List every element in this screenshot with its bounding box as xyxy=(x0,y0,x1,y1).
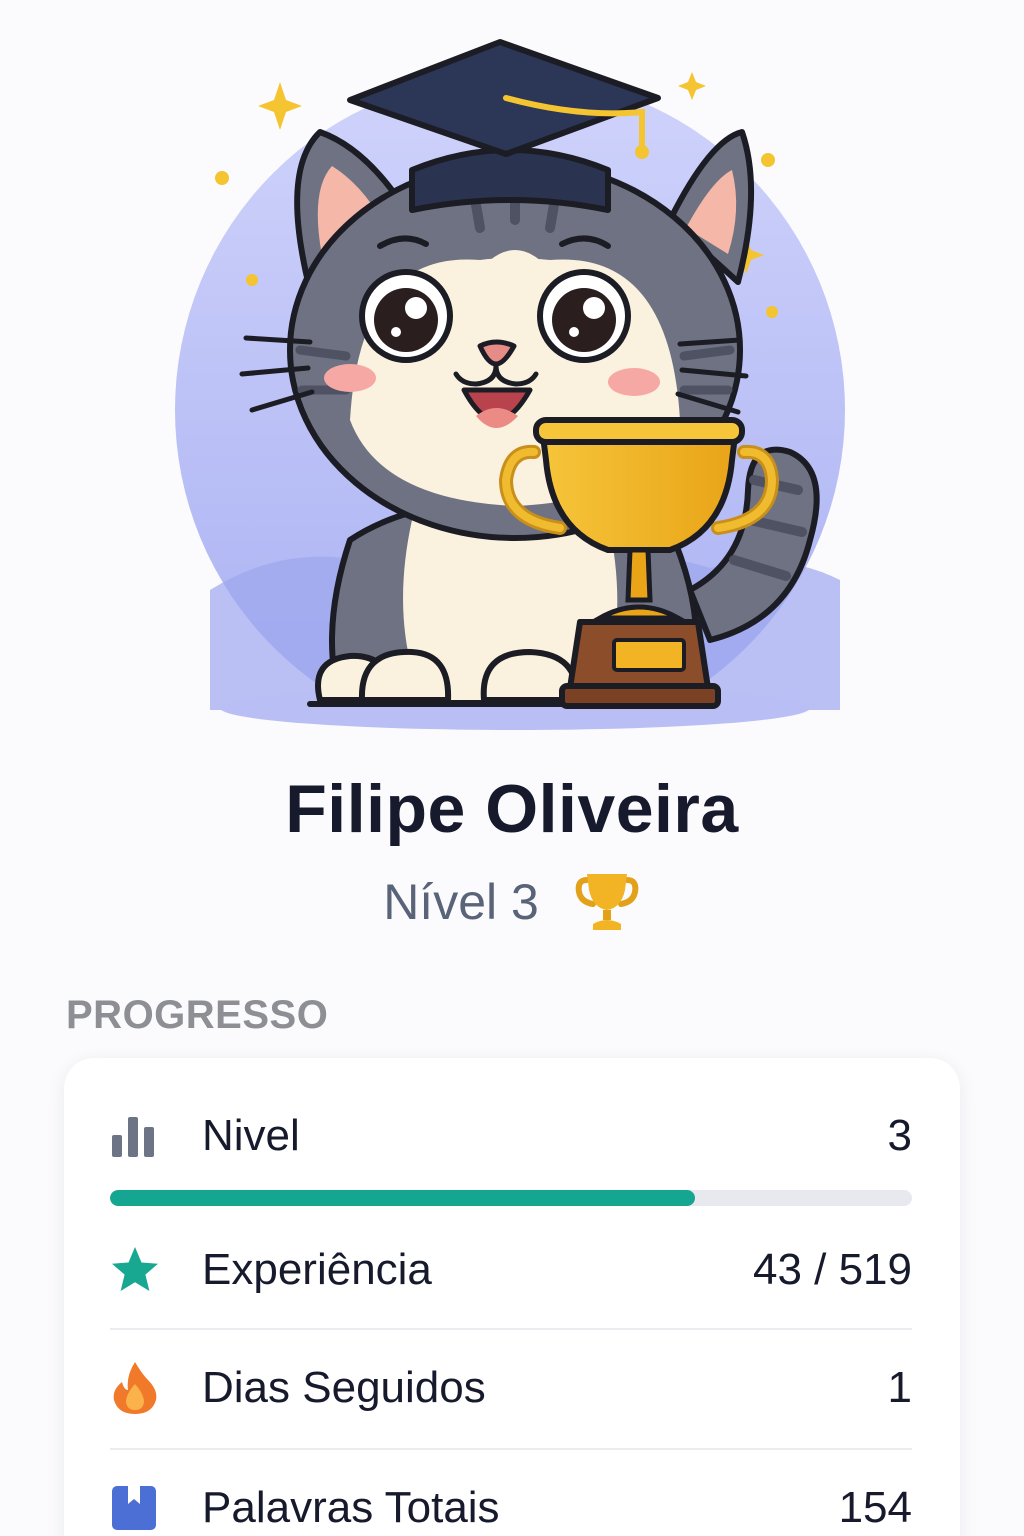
bar-chart-icon xyxy=(110,1110,162,1162)
profile-name: Filipe Oliveira xyxy=(285,771,739,847)
stat-row-level: Nivel 3 xyxy=(110,1110,912,1162)
stat-row-streak: Dias Seguidos 1 xyxy=(110,1362,912,1414)
stat-label-streak: Dias Seguidos xyxy=(202,1363,486,1412)
profile-page: Filipe Oliveira Nível 3 PROGRESSO Nivel … xyxy=(0,0,1024,1536)
level-summary: Nível 3 xyxy=(0,868,1024,936)
section-title-progress: PROGRESSO xyxy=(66,993,329,1037)
level-label: Nível 3 xyxy=(383,874,539,930)
avatar xyxy=(150,20,880,740)
flame-icon xyxy=(110,1362,162,1414)
level-progress-bar xyxy=(110,1190,912,1206)
stat-label-experience: Experiência xyxy=(202,1245,432,1294)
level-progress-fill xyxy=(110,1190,696,1206)
cat-avatar-illustration xyxy=(150,39,880,740)
stat-row-experience: Experiência 43 / 519 xyxy=(110,1244,912,1296)
divider xyxy=(110,1328,912,1330)
stat-label-level: Nivel xyxy=(202,1111,300,1160)
star-icon xyxy=(110,1244,162,1296)
stat-value-total-words: 154 xyxy=(838,1483,912,1532)
stat-value-experience: 43 / 519 xyxy=(752,1245,912,1294)
divider xyxy=(110,1448,912,1450)
progress-card: Nivel 3 Experiência 43 / 519 Dias Seguid… xyxy=(64,1058,960,1536)
stat-row-total-words: Palavras Totais 154 xyxy=(110,1482,912,1534)
trophy-icon xyxy=(573,868,641,936)
stat-label-total-words: Palavras Totais xyxy=(202,1483,500,1532)
bookmark-icon xyxy=(110,1482,162,1534)
stat-value-level: 3 xyxy=(887,1111,912,1160)
stat-value-streak: 1 xyxy=(887,1363,912,1412)
